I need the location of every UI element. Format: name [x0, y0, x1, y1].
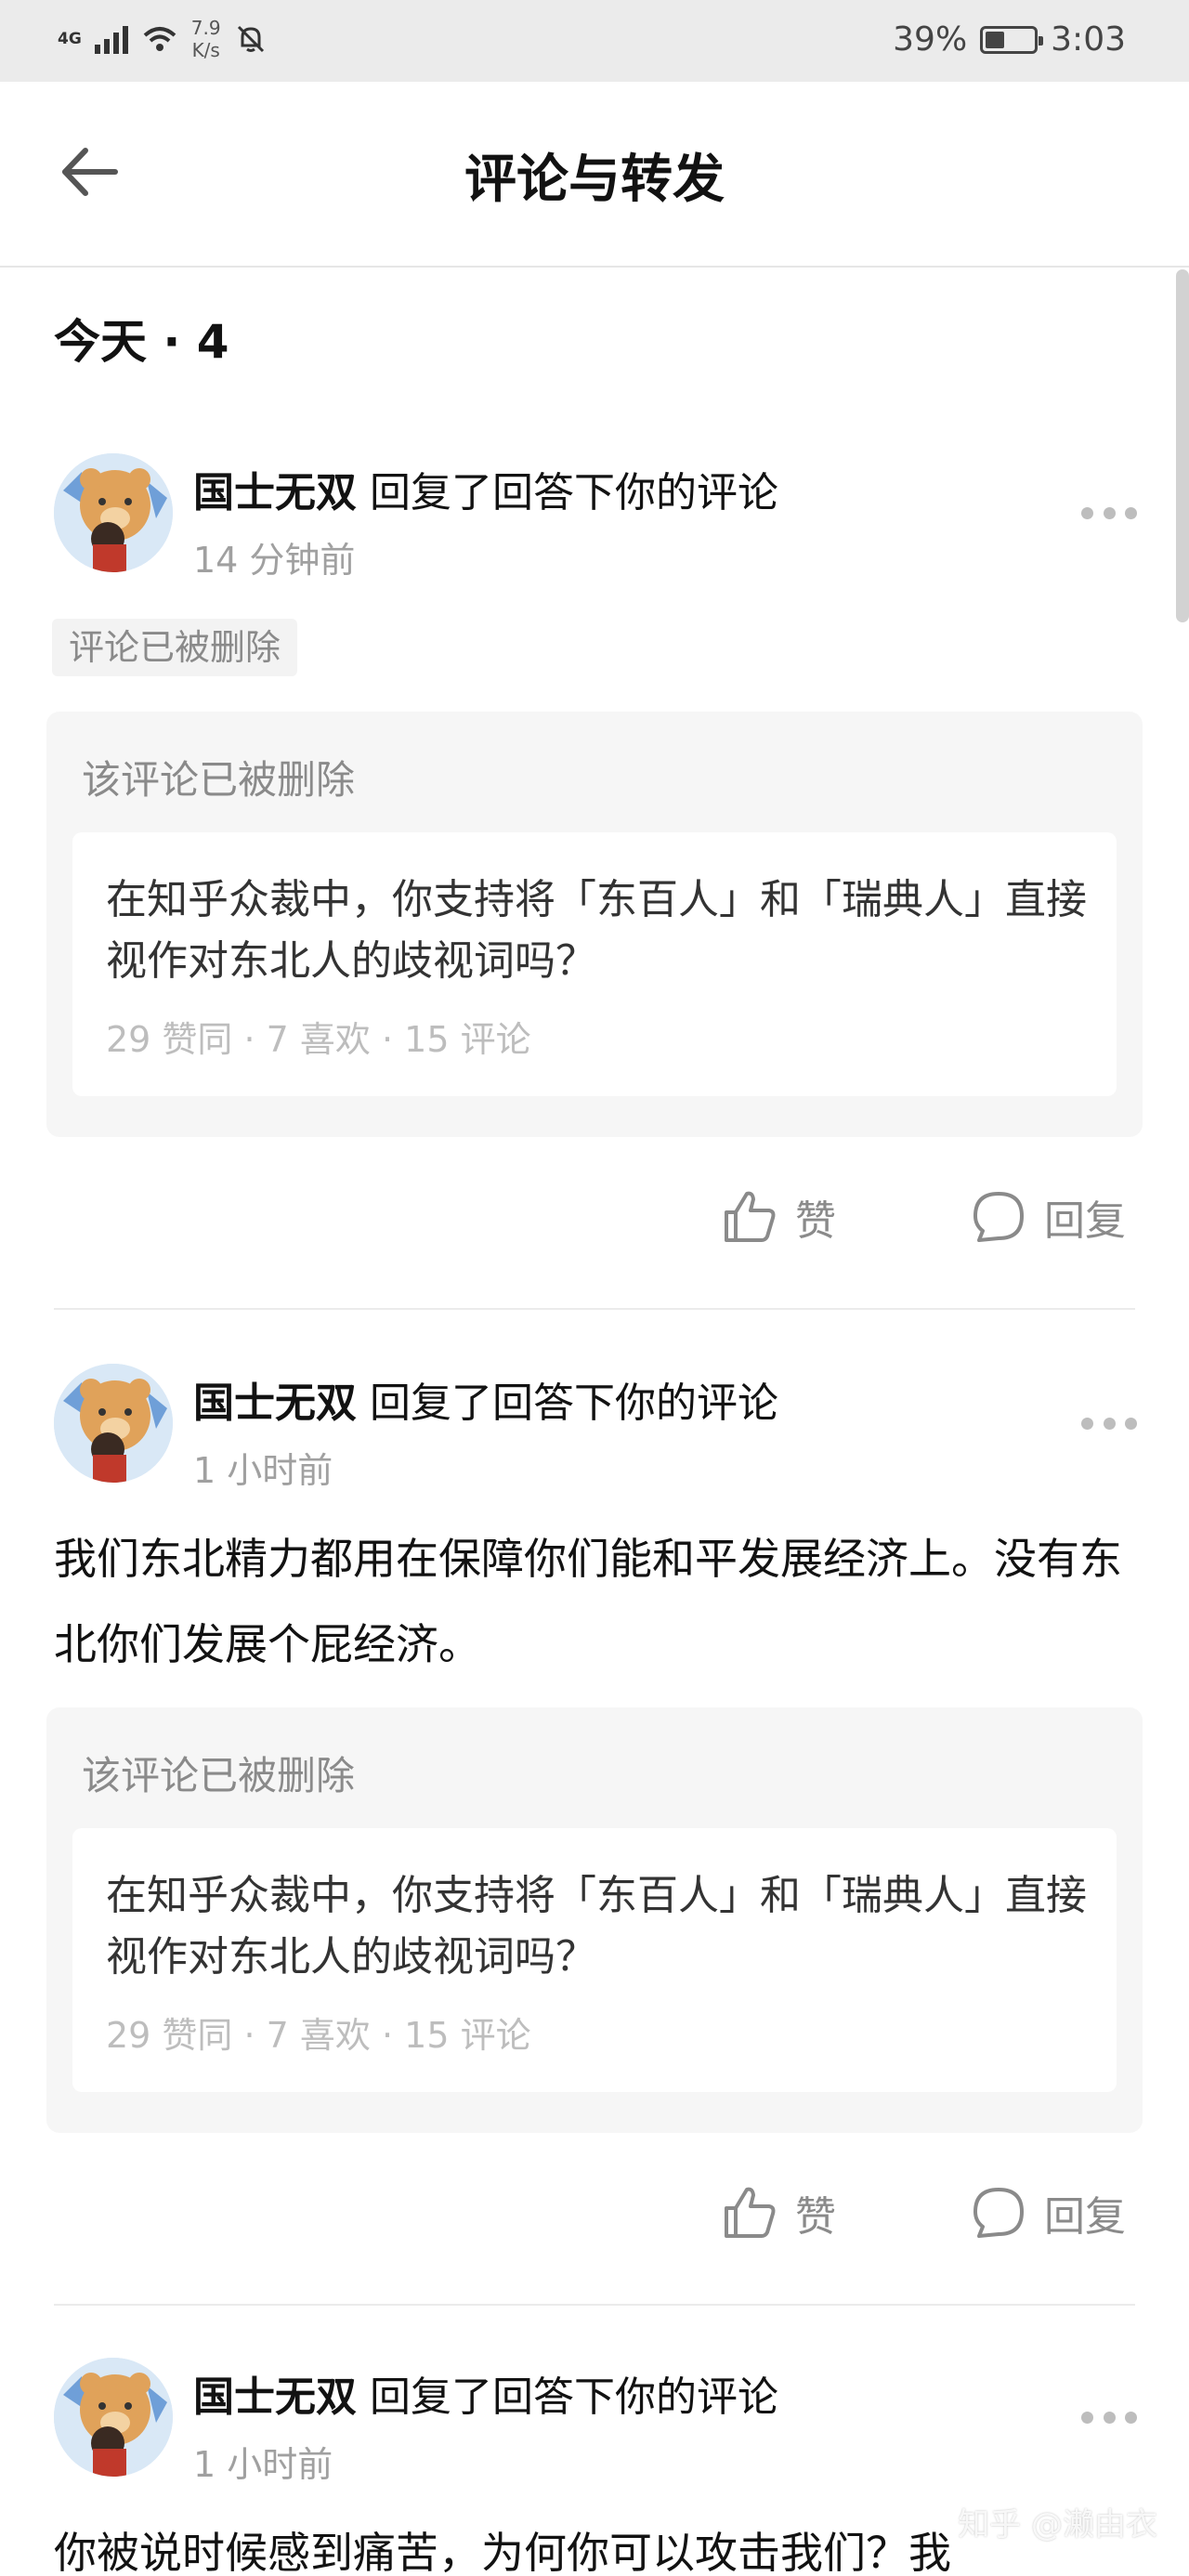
more-icon: [1081, 2411, 1093, 2424]
notification-title: 国士无双 回复了回答下你的评论: [193, 2363, 778, 2423]
user-name[interactable]: 国士无双: [193, 469, 357, 517]
question-title: 在知乎众裁中，你支持将「东百人」和「瑞典人」直接视作对东北人的歧视词吗？: [106, 876, 1087, 985]
question-stats: 29 赞同 · 7 喜欢 · 15 评论: [106, 2015, 531, 2056]
timestamp: 1 小时前: [193, 1450, 333, 1491]
avatar[interactable]: [54, 1364, 173, 1483]
like-button[interactable]: 赞: [721, 1187, 836, 1247]
page-title: 评论与转发: [464, 150, 725, 210]
notification-title: 国士无双 回复了回答下你的评论: [193, 459, 778, 518]
more-icon: [1081, 506, 1093, 519]
thumbs-up-icon: [725, 1191, 776, 1242]
status-right: 39% 3:03: [893, 20, 1126, 59]
speed-value: 7.9: [190, 17, 221, 39]
battery-percent: 39%: [893, 20, 968, 59]
avatar[interactable]: [54, 453, 173, 572]
status-left: 4G 7.9 K/s: [58, 17, 268, 61]
more-icon: [1081, 1417, 1093, 1430]
quote-header: 该评论已被删除: [82, 1753, 356, 1798]
signal-icon: [94, 24, 128, 54]
network-type: 4G: [58, 30, 82, 48]
notification-title: 国士无双 回复了回答下你的评论: [193, 1369, 778, 1429]
action-bar: 赞 回复: [0, 2183, 1189, 2257]
mute-bell-icon: [237, 25, 264, 53]
question-stats: 29 赞同 · 7 喜欢 · 15 评论: [106, 1019, 531, 1060]
quoted-comment[interactable]: 该评论已被删除 在知乎众裁中，你支持将「东百人」和「瑞典人」直接视作对东北人的歧…: [46, 1707, 1143, 2133]
quote-header: 该评论已被删除: [82, 757, 356, 803]
app-header: 评论与转发: [0, 82, 1189, 268]
more-options-button[interactable]: [1081, 1414, 1137, 1432]
avatar[interactable]: [54, 2358, 173, 2477]
divider: [54, 1308, 1135, 1310]
reply-text: 我们东北精力都用在保障你们能和平发展经济上。没有东北你们发展个屁经济。: [54, 1534, 1122, 1669]
timestamp: 1 小时前: [193, 2444, 333, 2485]
question-card[interactable]: 在知乎众裁中，你支持将「东百人」和「瑞典人」直接视作对东北人的歧视词吗？ 29 …: [72, 1828, 1117, 2092]
question-card[interactable]: 在知乎众裁中，你支持将「东百人」和「瑞典人」直接视作对东北人的歧视词吗？ 29 …: [72, 832, 1117, 1096]
scrollbar[interactable]: [1176, 269, 1189, 622]
like-button[interactable]: 赞: [721, 2183, 836, 2243]
reply-label: 回复: [1044, 1197, 1126, 1245]
network-speed: 7.9 K/s: [191, 17, 221, 61]
speed-unit: K/s: [191, 39, 220, 61]
timestamp: 14 分钟前: [193, 540, 356, 581]
more-options-button[interactable]: [1081, 2408, 1137, 2426]
battery-fill: [986, 31, 1005, 48]
divider: [54, 2304, 1135, 2306]
battery-icon: [980, 25, 1044, 54]
quoted-comment[interactable]: 该评论已被删除 在知乎众裁中，你支持将「东百人」和「瑞典人」直接视作对东北人的歧…: [46, 712, 1143, 1137]
status-bar: 4G 7.9 K/s 39% 3:03: [0, 0, 1189, 82]
watermark: 知乎 @濑由衣: [958, 2506, 1157, 2543]
question-title: 在知乎众裁中，你支持将「东百人」和「瑞典人」直接视作对东北人的歧视词吗？: [106, 1872, 1087, 1981]
action-text: 回复了回答下你的评论: [357, 2373, 778, 2421]
clock: 3:03: [1051, 20, 1126, 59]
action-text: 回复了回答下你的评论: [357, 1380, 778, 1427]
user-name[interactable]: 国士无双: [193, 1380, 357, 1427]
comment-bubble-icon: [973, 1192, 1024, 1242]
like-label: 赞: [795, 2193, 836, 2241]
wifi-icon: [143, 27, 176, 51]
reply-button[interactable]: 回复: [970, 1187, 1126, 1247]
more-options-button[interactable]: [1081, 503, 1137, 522]
deleted-tag: 评论已被删除: [52, 619, 298, 676]
action-text: 回复了回答下你的评论: [357, 469, 778, 517]
action-bar: 赞 回复: [0, 1187, 1189, 1262]
reply-label: 回复: [1044, 2193, 1126, 2241]
reply-button[interactable]: 回复: [970, 2183, 1126, 2243]
thumbs-up-icon: [725, 2187, 776, 2238]
user-name[interactable]: 国士无双: [193, 2373, 357, 2421]
section-title: 今天 · 4: [54, 315, 229, 369]
like-label: 赞: [795, 1197, 836, 1245]
comment-bubble-icon: [973, 2188, 1024, 2238]
